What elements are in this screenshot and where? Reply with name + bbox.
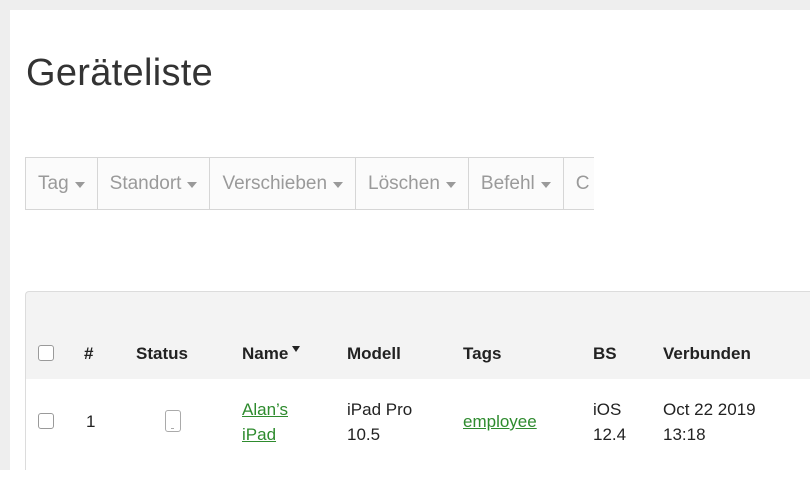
page-bottom-spacer	[0, 470, 810, 495]
select-all-checkbox[interactable]	[38, 345, 54, 361]
move-dropdown-label: Verschieben	[222, 172, 328, 194]
chevron-down-icon	[445, 181, 456, 188]
device-model: iPad Pro 10.5	[347, 397, 412, 447]
row-number: 1	[86, 412, 96, 431]
window-frame-top	[0, 0, 810, 10]
device-connected-line1: Oct 22 2019	[663, 400, 756, 419]
command-dropdown-button[interactable]: Befehl	[468, 158, 564, 209]
chevron-down-icon	[540, 181, 551, 188]
device-table: # Status Name Modell Tags BS Verbunden 1…	[25, 291, 810, 471]
tag-link: employee	[463, 409, 537, 434]
device-os-line2: 12.4	[593, 425, 627, 444]
device-name-line2[interactable]: iPad	[242, 425, 276, 444]
truncated-dropdown-label: C	[575, 172, 590, 194]
table-header: # Status Name Modell Tags BS Verbunden	[25, 291, 810, 379]
tablet-icon	[165, 410, 181, 432]
delete-dropdown-label: Löschen	[368, 172, 440, 194]
device-connected: Oct 22 2019 13:18	[663, 397, 756, 447]
sort-descending-icon	[292, 346, 301, 352]
column-header-name[interactable]: Name	[242, 344, 301, 364]
device-name-link[interactable]: Alan’s iPad	[242, 397, 288, 447]
device-model-line2: 10.5	[347, 425, 381, 444]
column-header-number: #	[84, 344, 94, 363]
tag-dropdown-label: Tag	[38, 172, 69, 194]
tag-dropdown-button[interactable]: Tag	[26, 158, 98, 209]
column-header-os[interactable]: BS	[593, 344, 617, 364]
tag-link-employee[interactable]: employee	[463, 412, 537, 431]
column-header-name-label: Name	[242, 344, 289, 363]
chevron-down-icon	[187, 181, 198, 188]
device-connected-line2: 13:18	[663, 425, 706, 444]
device-model-line1: iPad Pro	[347, 400, 413, 419]
column-header-model[interactable]: Modell	[347, 344, 401, 364]
chevron-down-icon	[74, 181, 85, 188]
column-header-tags[interactable]: Tags	[463, 344, 501, 364]
move-dropdown-button[interactable]: Verschieben	[210, 158, 357, 209]
delete-dropdown-button[interactable]: Löschen	[356, 158, 469, 209]
device-name-line1[interactable]: Alan’s	[242, 400, 288, 419]
column-header-connected[interactable]: Verbunden	[663, 344, 751, 364]
device-os: iOS 12.4	[593, 397, 626, 447]
window-frame-left	[0, 0, 10, 495]
chevron-down-icon	[333, 181, 344, 188]
column-header-status[interactable]: Status	[136, 344, 188, 364]
location-dropdown-button[interactable]: Standort	[97, 158, 211, 209]
location-dropdown-label: Standort	[109, 172, 182, 194]
command-dropdown-label: Befehl	[480, 172, 535, 194]
truncated-dropdown-button[interactable]: C	[563, 158, 594, 209]
action-toolbar: Tag Standort Verschieben Löschen Befehl …	[25, 157, 594, 210]
page-title: Geräteliste	[26, 52, 214, 94]
table-row: 1 Alan’s iPad iPad Pro 10.5 employee iOS…	[25, 379, 810, 471]
row-checkbox[interactable]	[38, 413, 54, 429]
device-os-line1: iOS	[593, 400, 622, 419]
